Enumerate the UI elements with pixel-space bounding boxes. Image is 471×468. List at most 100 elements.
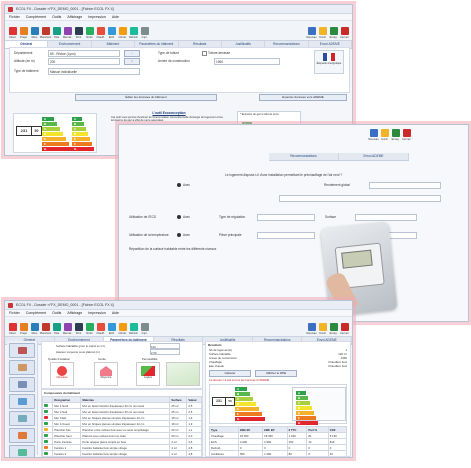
w3-ribbon-projet[interactable]: Projet [19, 323, 28, 335]
sidebar-item-toiture[interactable] [9, 377, 35, 392]
w1-ges-row-A: A [72, 117, 82, 121]
sidebar-item-plancher[interactable] [9, 360, 35, 375]
dept-button[interactable]: ... [124, 50, 140, 57]
w3-ribbon-chauff[interactable]: Chauff. [96, 323, 105, 335]
w3-menu-5[interactable]: Aide [112, 311, 119, 315]
sidebar-item-menuiserie[interactable] [9, 394, 35, 409]
w1-menu-5[interactable]: Aide [112, 15, 119, 19]
w3-ribbon-murs[interactable]: Murs [30, 323, 39, 335]
w1-menu-3[interactable]: Affichage [67, 15, 82, 19]
w3-menu-4[interactable]: Impression [88, 311, 106, 315]
window-title: ECOL FX - Dossier n°FX_DEMO_0001 - [Fich… [16, 7, 114, 11]
sidebar [7, 341, 38, 457]
w1-ribbon-right-2[interactable]: Enreg. [329, 27, 338, 39]
w3-menu-0[interactable]: Fichier [9, 311, 20, 315]
w1-ribbon-icon-7 [85, 27, 94, 35]
info-text: Cet outil vous permet d'estimer la conso… [111, 116, 223, 123]
w1-menu-0[interactable]: Fichier [9, 15, 20, 19]
radio-avec-1[interactable] [177, 183, 181, 187]
w1-ribbon-planchers[interactable]: Planchers [40, 27, 51, 39]
w3-ribbon-planchers[interactable]: Planchers [40, 323, 51, 335]
dept-field[interactable]: 69 - Rhône (Lyon) [48, 50, 120, 57]
w3-ribbon-right-1[interactable]: Ouvrir [318, 323, 327, 335]
rendement-field[interactable] [369, 182, 441, 189]
energy-value-box: 231 [16, 126, 32, 136]
w1-ribbon-right-1[interactable]: Ouvrir [318, 27, 327, 39]
sidebar-item-ventilation[interactable] [9, 411, 35, 426]
w2-tab-1[interactable]: Envoi ADEME [339, 153, 409, 160]
w3-ribbon-right-0[interactable]: Nouveau [306, 323, 317, 335]
w2-tab-0[interactable]: Recommandations [269, 153, 339, 160]
annee-field[interactable]: 1960 [214, 58, 280, 65]
w3-ribbon-climat[interactable]: Climat. [118, 323, 127, 335]
surface-field[interactable] [355, 214, 417, 221]
w1-menu-1[interactable]: Complément [26, 15, 46, 19]
w3-menu-3[interactable]: Affichage [67, 311, 82, 315]
w2-top-btn-1[interactable]: Ouvrir [380, 129, 389, 141]
w1-ribbon-murs[interactable]: Murs [30, 27, 39, 39]
sidebar-item-mur[interactable] [9, 343, 35, 358]
flag-badge[interactable]: Étiquette énergétique [314, 50, 344, 74]
w3-ribbon-menuis[interactable]: Menuis. [63, 323, 72, 335]
w1-ribbon-ecs[interactable]: ECS [107, 27, 116, 39]
sidebar-item-chauffage[interactable] [9, 428, 35, 443]
w1-ribbon-chauff[interactable]: Chauff. [96, 27, 105, 39]
w1-menu-4[interactable]: Impression [88, 15, 106, 19]
w1-ribbon-menuis[interactable]: Menuis. [63, 27, 72, 39]
w2-top-btn-3[interactable]: Fermer [402, 129, 411, 141]
w3-menu-2[interactable]: Outils [52, 311, 61, 315]
radio-avec-2[interactable] [177, 215, 181, 219]
w1-energy-row-G: G [42, 147, 72, 151]
long-field[interactable] [279, 195, 441, 202]
hauteur-field[interactable]: 2,50 [150, 349, 180, 355]
export-ademe-button[interactable]: Exporter données vers ADEME [259, 94, 347, 101]
w2-top-icon-1 [380, 129, 389, 137]
w3-menu-1[interactable]: Complément [26, 311, 46, 315]
menu-bar-3: Fichier Complément Outils Affichage Impressi… [5, 310, 352, 317]
surface-label: Surface [325, 215, 336, 219]
regulation-field[interactable] [257, 214, 315, 221]
row-icon [44, 404, 48, 408]
question-4: Répartition de la surface habitable entr… [129, 247, 217, 251]
w1-ribbon-pont[interactable]: Pont [74, 27, 83, 39]
w3-ribbon-pont[interactable]: Pont [74, 323, 83, 335]
results-panel: Résultats Nb de logement(s) 1 Surface habi… [205, 341, 351, 457]
w3-ribbon-right-2[interactable]: Enreg. [329, 323, 338, 335]
w3-ribbon-toits[interactable]: Toits [52, 323, 61, 335]
w2-top-btn-2[interactable]: Enreg. [391, 129, 400, 141]
w3-ribbon-refroid[interactable]: Refroid. [129, 323, 138, 335]
w3-ribbon-right-3[interactable]: Fermer [340, 323, 349, 335]
altitude-field[interactable]: 200 [48, 58, 120, 65]
w1-ribbon-ventil[interactable]: Ventil. [85, 27, 94, 39]
title-bar: ECOL FX - Dossier n°FX_DEMO_0001 - [Fich… [5, 5, 352, 14]
calculate-button[interactable]: Calculer [209, 370, 251, 377]
w3-ribbon-ventil[interactable]: Ventil. [85, 323, 94, 335]
w3-ges-row-A: A [296, 391, 306, 395]
w1-menu-2[interactable]: Outils [52, 15, 61, 19]
w1-ribbon-refroid[interactable]: Refroid. [129, 27, 138, 39]
w3-ribbon-impr[interactable]: Impr. [140, 323, 149, 335]
toiture-checkbox[interactable] [202, 51, 207, 56]
w1-energy-row-C: C [42, 127, 60, 131]
w1-ribbon-toits[interactable]: Toits [52, 27, 61, 39]
w3-ribbon-ecs[interactable]: ECS [107, 323, 116, 335]
type-select[interactable]: Maison individuelle [48, 68, 140, 75]
row-icon [44, 416, 48, 420]
edit-building-button[interactable]: Éditer les données du bâtiment [75, 94, 217, 101]
w1-ribbon-projet[interactable]: Projet [19, 27, 28, 39]
radio-avec-3[interactable] [177, 233, 181, 237]
dpe-labels: 231 50 ABCDEFG ABCDEFG [209, 384, 347, 425]
altitude-button[interactable]: ⌕ [124, 58, 140, 65]
w1-ribbon-right-3[interactable]: Fermer [340, 27, 349, 39]
piece-field[interactable] [257, 232, 315, 239]
w2-top-btn-0[interactable]: Nouveau [368, 129, 379, 141]
w1-ribbon-climat[interactable]: Climat. [118, 27, 127, 39]
table-row[interactable]: Porte-fenêtrePorte-fenêtre battante PVC … [43, 457, 202, 458]
w1-ribbon-right-0[interactable]: Nouveau [306, 27, 317, 39]
main-window-middle: Nouveau Ouvrir Enreg. Fermer Recommandation… [118, 124, 469, 322]
w3-ribbon-client[interactable]: Client [8, 323, 17, 335]
show-dpe-button[interactable]: Afficher le DPE [255, 370, 297, 377]
w1-ribbon-client[interactable]: Client [8, 27, 17, 39]
w1-ribbon-impr[interactable]: Impr. [140, 27, 149, 39]
sidebar-item-ecs[interactable] [9, 445, 35, 457]
